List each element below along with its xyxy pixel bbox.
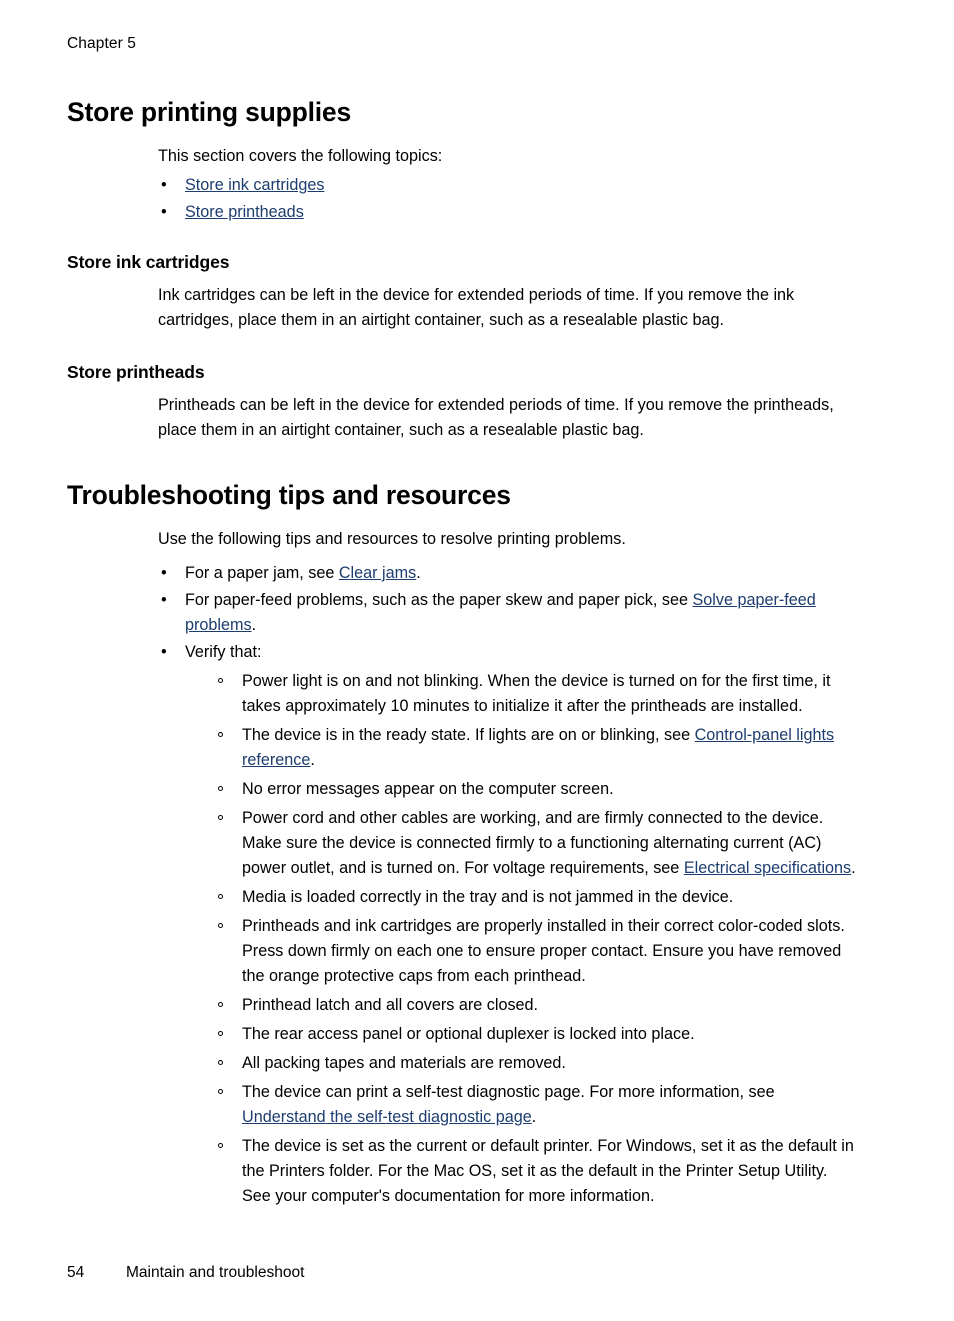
hollow-bullet-marker-icon bbox=[218, 732, 223, 737]
bullet-text: . bbox=[851, 859, 856, 877]
bullet-text: Printhead latch and all covers are close… bbox=[242, 996, 539, 1014]
bullet-text: The rear access panel or optional duplex… bbox=[242, 1025, 695, 1043]
bullet-marker-icon: • bbox=[161, 643, 167, 661]
list-item: The rear access panel or optional duplex… bbox=[213, 1022, 857, 1047]
list-item: Power cord and other cables are working,… bbox=[213, 806, 857, 881]
bullet-text: Media is loaded correctly in the tray an… bbox=[242, 888, 734, 906]
link-store-ink-cartridges[interactable]: Store ink cartridges bbox=[185, 176, 324, 194]
bullet-text: Power light is on and not blinking. When… bbox=[242, 672, 831, 715]
section-body-store-printing-supplies: This section covers the following topics… bbox=[158, 144, 857, 225]
list-item: • Verify that: Power light is on and not b… bbox=[158, 640, 857, 1209]
hollow-bullet-marker-icon bbox=[218, 1002, 223, 1007]
subsection-body-store-printheads: Printheads can be left in the device for… bbox=[158, 393, 857, 443]
running-header-chapter: Chapter 5 bbox=[67, 35, 136, 52]
hollow-bullet-marker-icon bbox=[218, 1089, 223, 1094]
hollow-bullet-marker-icon bbox=[218, 678, 223, 683]
footer-page-number: 54 bbox=[67, 1264, 85, 1281]
list-item: Printhead latch and all covers are close… bbox=[213, 993, 857, 1018]
bullet-text: No error messages appear on the computer… bbox=[242, 780, 614, 798]
footer-running-title: Maintain and troubleshoot bbox=[126, 1264, 305, 1281]
section-heading-store-printing-supplies: Store printing supplies bbox=[67, 97, 351, 127]
list-item: Printheads and ink cartridges are proper… bbox=[213, 914, 857, 989]
bullet-text: For a paper jam, see bbox=[185, 564, 339, 582]
cross-reference-link[interactable]: Electrical specifications bbox=[684, 859, 851, 877]
bullet-marker-icon: • bbox=[161, 203, 167, 221]
section-intro-paragraph: This section covers the following topics… bbox=[158, 147, 443, 165]
bullet-text: . bbox=[531, 1108, 537, 1126]
bullet-text: . bbox=[310, 751, 315, 769]
hollow-bullet-marker-icon bbox=[218, 894, 223, 899]
troubleshooting-intro-paragraph: Use the following tips and resources to … bbox=[158, 530, 626, 548]
bullet-text: The device is set as the current or defa… bbox=[242, 1137, 854, 1205]
list-item: Media is loaded correctly in the tray an… bbox=[213, 885, 857, 910]
hollow-bullet-marker-icon bbox=[218, 1031, 223, 1036]
bullet-text: The device is in the ready state. If lig… bbox=[242, 726, 695, 744]
bullet-marker-icon: • bbox=[161, 564, 167, 582]
list-item: The device can print a self-test diagnos… bbox=[213, 1080, 857, 1130]
hollow-bullet-marker-icon bbox=[218, 1143, 223, 1148]
cross-reference-link[interactable]: Clear jams bbox=[339, 564, 416, 582]
hollow-bullet-marker-icon bbox=[218, 786, 223, 791]
page-footer: 54 Maintain and troubleshoot bbox=[67, 1263, 304, 1283]
hollow-bullet-marker-icon bbox=[218, 1060, 223, 1065]
hollow-bullet-marker-icon bbox=[218, 815, 223, 820]
list-item: The device is in the ready state. If lig… bbox=[213, 723, 857, 773]
troubleshooting-bullet-list: • For a paper jam, see Clear jams. • For pa… bbox=[158, 561, 857, 1209]
bullet-text: . bbox=[251, 616, 257, 634]
bullet-marker-icon: • bbox=[161, 591, 167, 609]
bullet-text: . bbox=[416, 564, 421, 582]
bullet-text: Verify that: bbox=[185, 643, 262, 661]
subsection-body-store-ink-cartridges: Ink cartridges can be left in the device… bbox=[158, 283, 857, 333]
page-content: Store printing supplies This section cov… bbox=[67, 96, 857, 1213]
list-item: • Store printheads bbox=[158, 200, 857, 225]
list-item: The device is set as the current or defa… bbox=[213, 1134, 857, 1209]
bullet-text: All packing tapes and materials are remo… bbox=[242, 1054, 566, 1072]
list-item: Power light is on and not blinking. When… bbox=[213, 669, 857, 719]
bullet-marker-icon: • bbox=[161, 176, 167, 194]
subsection-heading-store-ink-cartridges: Store ink cartridges bbox=[67, 252, 230, 272]
list-item: No error messages appear on the computer… bbox=[213, 777, 857, 802]
list-item: All packing tapes and materials are remo… bbox=[213, 1051, 857, 1076]
list-item: • Store ink cartridges bbox=[158, 173, 857, 198]
paragraph-store-ink-cartridges: Ink cartridges can be left in the device… bbox=[158, 286, 795, 329]
hollow-bullet-marker-icon bbox=[218, 923, 223, 928]
bullet-text: For paper-feed problems, such as the pap… bbox=[185, 591, 693, 609]
list-item: • For a paper jam, see Clear jams. bbox=[158, 561, 857, 586]
section-body-troubleshooting-tips: Use the following tips and resources to … bbox=[158, 527, 857, 1209]
paragraph-store-printheads: Printheads can be left in the device for… bbox=[158, 396, 834, 439]
section-heading-troubleshooting-tips: Troubleshooting tips and resources bbox=[67, 480, 511, 510]
subsection-heading-store-printheads: Store printheads bbox=[67, 362, 205, 382]
topics-list: • Store ink cartridges • Store printhead… bbox=[158, 173, 857, 225]
cross-reference-link[interactable]: Understand the self-test diagnostic page bbox=[242, 1108, 532, 1126]
bullet-text: Printheads and ink cartridges are proper… bbox=[242, 917, 845, 985]
verify-checklist: Power light is on and not blinking. When… bbox=[213, 669, 857, 1209]
bullet-text: The device can print a self-test diagnos… bbox=[242, 1083, 775, 1101]
list-item: • For paper-feed problems, such as the pa… bbox=[158, 588, 857, 638]
document-page: Chapter 5 Store printing supplies This s… bbox=[0, 0, 954, 1321]
link-store-printheads[interactable]: Store printheads bbox=[185, 203, 304, 221]
